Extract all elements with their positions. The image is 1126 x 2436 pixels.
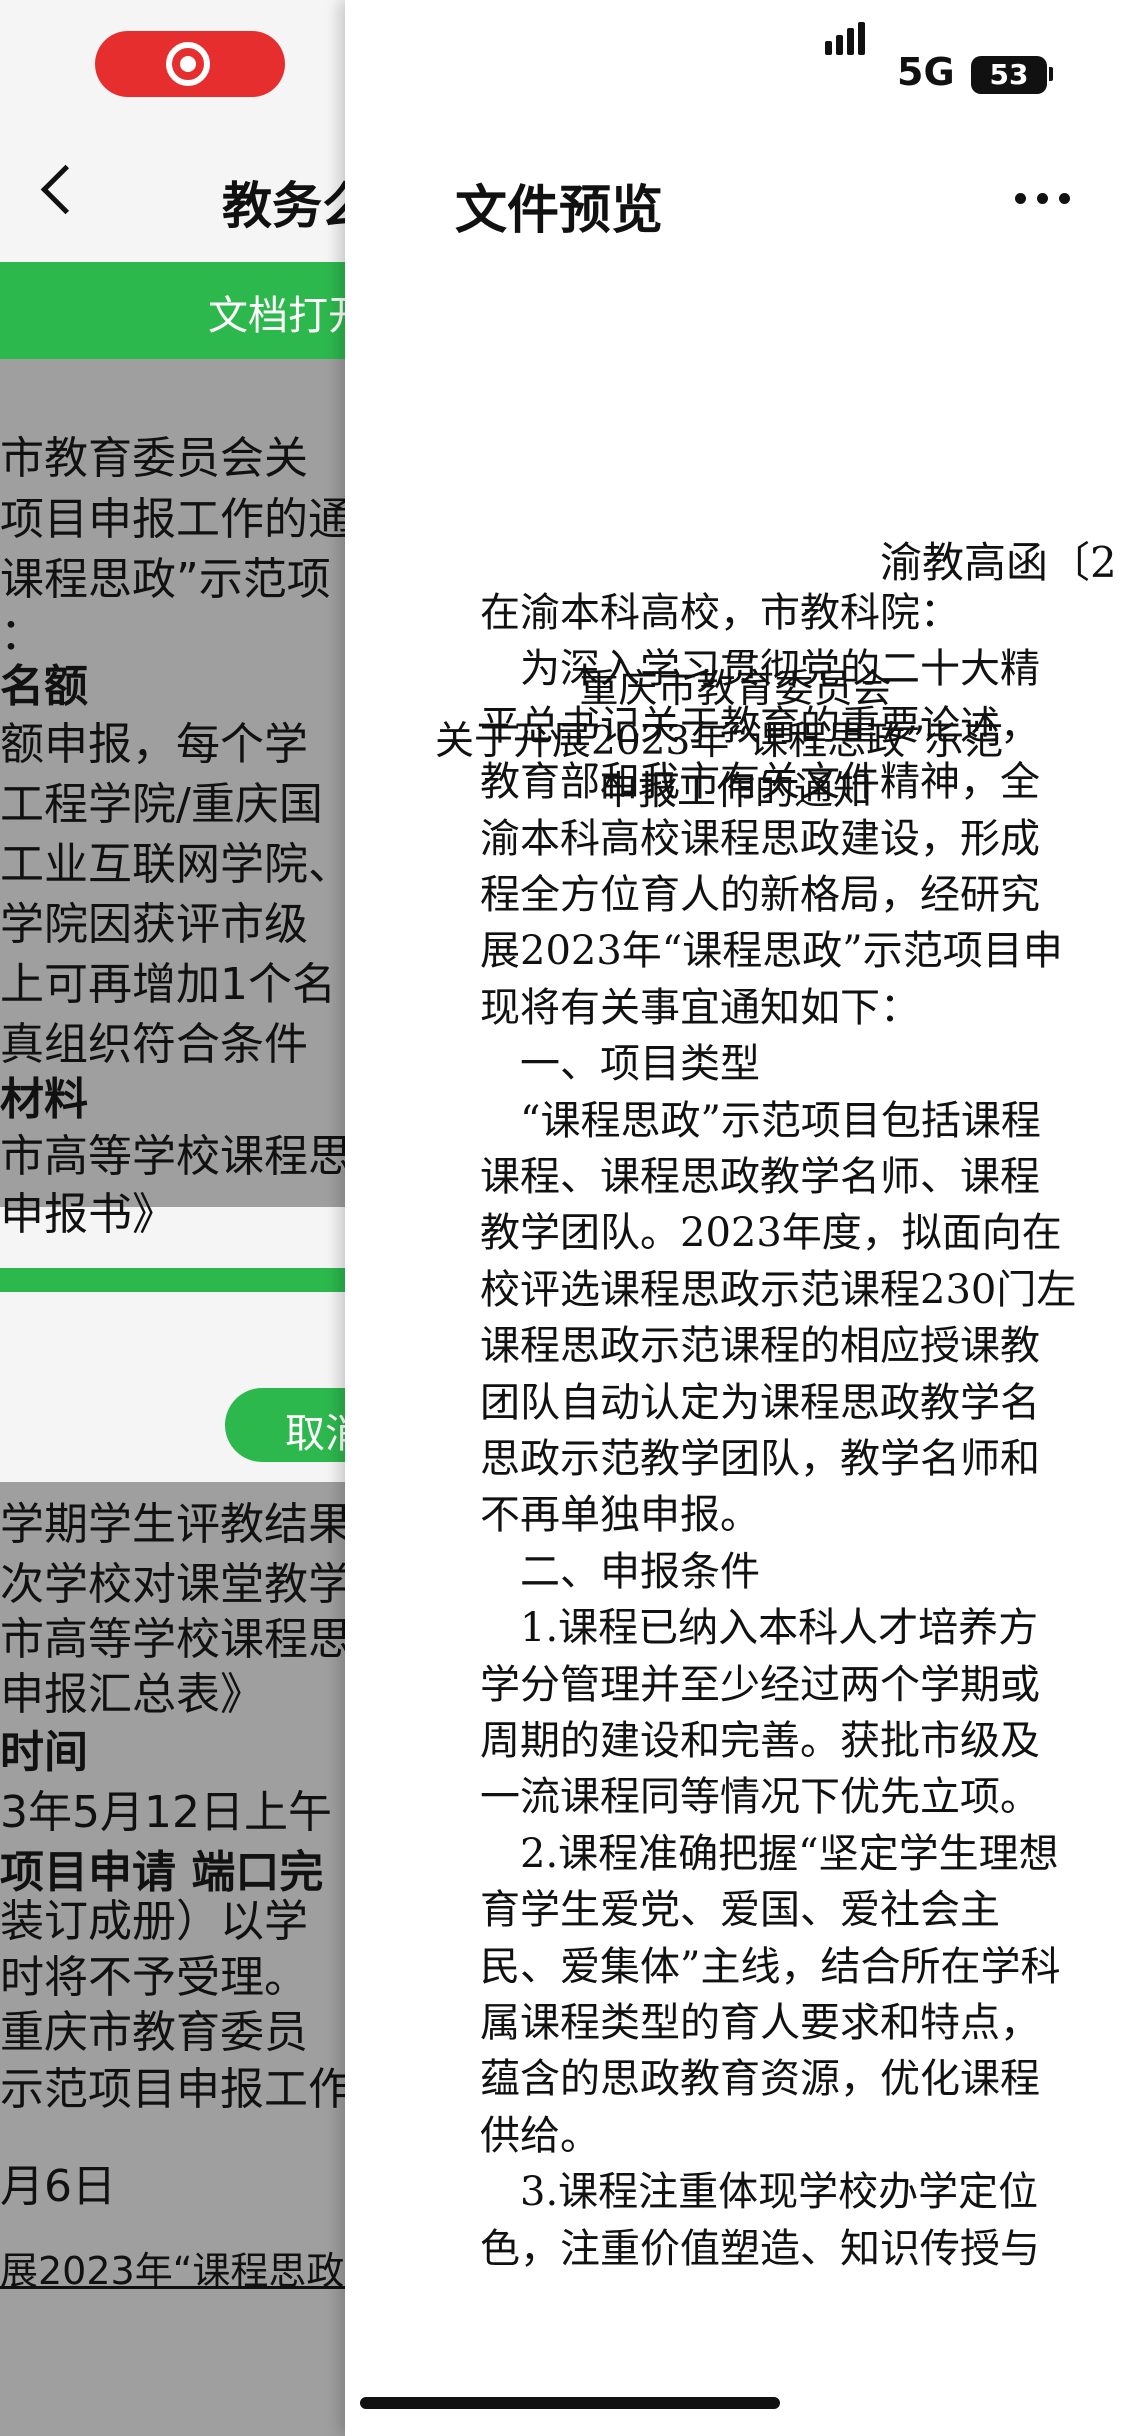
document-body-line: 一、项目类型	[480, 1041, 760, 1088]
back-text-line: 名额	[0, 661, 88, 712]
open-document-label: 文档打开	[208, 293, 345, 339]
back-text-line: 示范项目申报工作	[0, 2064, 345, 2115]
back-text-line: 申报汇总表》	[0, 1669, 264, 1720]
document-body-line: 色，注重价值塑造、知识传授与	[480, 2225, 1040, 2272]
back-text-line: 学院因获评市级	[0, 899, 308, 950]
document-body-line: 1.课程已纳入本科人才培养方	[480, 1605, 1039, 1652]
document-body-line: 二、申报条件	[480, 1548, 760, 1595]
back-text-line: 额申报，每个学	[0, 719, 308, 770]
document-body-line: 团队自动认定为课程思政教学名	[480, 1379, 1040, 1426]
back-text-line: 工程学院/重庆国	[0, 779, 323, 830]
back-text-line: 材料	[0, 1074, 88, 1125]
green-divider	[0, 1268, 345, 1292]
document-body-line: 展2023年“课程思政”示范项目申	[480, 928, 1063, 975]
back-text-line: 市教育委员会关	[0, 433, 308, 484]
document-body-line: 程全方位育人的新格局，经研究	[480, 872, 1040, 918]
document-body-line: 一流课程同等情况下优先立项。	[480, 1774, 1040, 1821]
home-indicator[interactable]	[360, 2397, 780, 2409]
file-preview-panel: 5G 53 文件预览 渝教高函〔2 重庆市教育委员会 关于开展2023年“课程思政…	[345, 0, 1126, 2436]
battery-icon: 53	[971, 56, 1047, 94]
back-text-line: 装订成册）以学	[0, 1896, 308, 1947]
cancel-label: 取消	[285, 1411, 345, 1457]
document-body-line: 平总书记关于教育的重要论述，	[480, 702, 1040, 749]
document-body-line: 蕴含的思政教育资源，优化课程	[480, 2056, 1040, 2103]
document-body-line: 校评选课程思政示范课程230门左	[480, 1266, 1077, 1313]
back-text-line: 工业互联网学院、	[0, 839, 345, 890]
document-body-line: 课程思政示范课程的相应授课教	[480, 1323, 1040, 1370]
document-body-line: 2.课程准确把握“坚定学生理想	[480, 1830, 1059, 1877]
document-body-line: 教育部和我市有关文件精神，全	[480, 759, 1040, 806]
attachment-link[interactable]: 展2023年“课程思政”示	[0, 2240, 345, 2295]
document-body-line: 课程、课程思政教学名师、课程	[480, 1154, 1040, 1200]
document-body-line: 思政示范教学团队，教学名师和	[480, 1436, 1040, 1482]
record-dot	[180, 56, 196, 72]
document-viewer[interactable]: 渝教高函〔2 重庆市教育委员会 关于开展2023年“课程思政”示范 申报工作的通知 …	[345, 263, 1126, 2436]
document-body-line: 供给。	[480, 2112, 600, 2159]
battery-tip	[1049, 67, 1053, 81]
document-body-line: 民、爱集体”主线，结合所在学科	[480, 1943, 1061, 1990]
document-body-line: 3.课程注重体现学校办学定位	[480, 2169, 1039, 2216]
document-body-line: 学分管理并至少经过两个学期或	[480, 1661, 1040, 1708]
back-text-line: 市高等学校课程思	[0, 1131, 345, 1182]
document-body-line: 现将有关事宜通知如下：	[480, 984, 920, 1031]
back-text-line: 学期学生评教结果	[0, 1499, 345, 1550]
document-body-line: 不再单独申报。	[480, 1492, 760, 1539]
document-body-line: 在渝本科高校，市教科院：	[480, 590, 960, 636]
back-text-line: 3年5月12日上午	[0, 1787, 332, 1838]
back-text-line: 时间	[0, 1727, 88, 1778]
back-text-line: 上可再增加1个名	[0, 959, 336, 1010]
back-text-line: 项目申报工作的通	[0, 494, 345, 545]
document-body-line: 属课程类型的育人要求和特点，	[480, 2000, 1040, 2046]
document-body-line: 为深入学习贯彻党的二十大精	[480, 646, 1040, 693]
back-text-line: 重庆市教育委员	[0, 2007, 308, 2058]
background-page: 教务么 文档打开 市教育委员会关项目申报工作的通课程思政”示范项：名额额申报，每…	[0, 0, 345, 2436]
back-page-title: 教务么	[222, 177, 345, 235]
document-body-line: 教学团队。2023年度，拟面向在	[480, 1210, 1062, 1257]
back-chevron-icon[interactable]	[40, 164, 91, 215]
document-body-line: 渝本科高校课程思政建设，形成	[480, 815, 1040, 862]
document-body-line: “课程思政”示范项目包括课程	[480, 1097, 1041, 1144]
back-text-line: 课程思政”示范项	[0, 554, 331, 605]
document-body-line: 育学生爱党、爱国、爱社会主	[480, 1887, 1000, 1934]
network-type: 5G	[897, 50, 955, 94]
back-text-line: 申报书》	[0, 1189, 176, 1240]
document-body-line: 周期的建设和完善。获批市级及	[480, 1718, 1040, 1764]
page-title: 文件预览	[455, 181, 664, 241]
back-text-line: 月6日	[0, 2161, 116, 2212]
